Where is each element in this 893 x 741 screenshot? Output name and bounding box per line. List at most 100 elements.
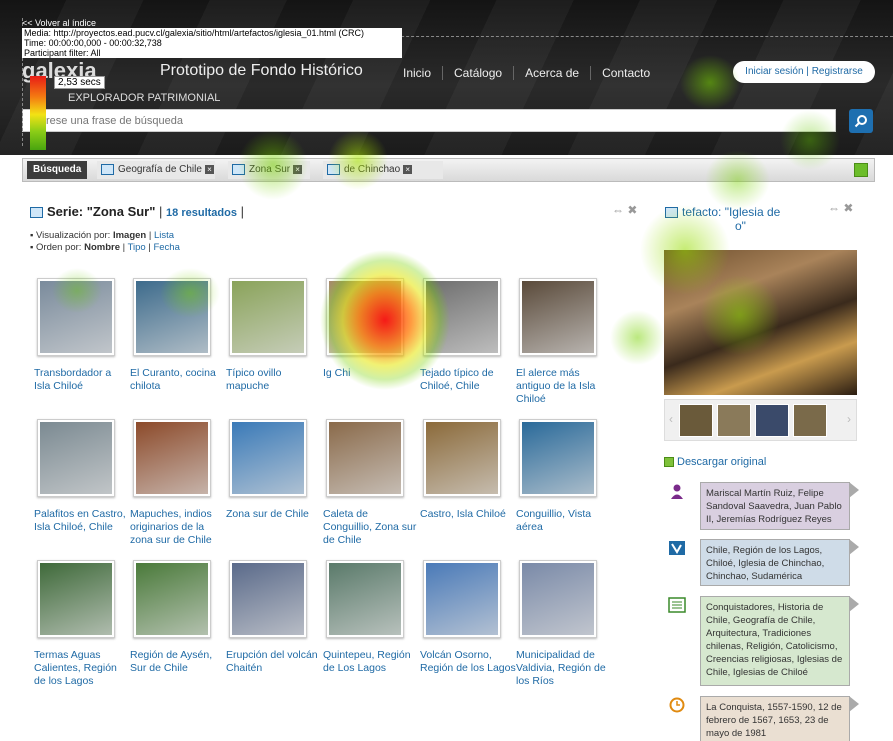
back-to-index-link[interactable]: << Volver al índice (22, 18, 96, 28)
grid-caption[interactable]: Municipalidad de Valdivia, Región de los… (516, 649, 612, 688)
breadcrumb-geografia-label: Geografía de Chile (118, 164, 202, 175)
grid-caption[interactable]: Mapuches, indios originarios de la zona … (130, 508, 226, 547)
grid-caption[interactable]: Conguillio, Vista aérea (516, 508, 612, 534)
person-icon (671, 484, 683, 499)
view-imagen[interactable]: Imagen (113, 230, 146, 241)
dates-tag[interactable]: La Conquista, 1557-1590, 12 de febrero d… (700, 696, 859, 741)
people-tag[interactable]: Mariscal Martín Ruiz, Felipe Sandoval Sa… (700, 482, 859, 530)
strip-thumb[interactable] (679, 404, 713, 437)
grid-thumbnail[interactable] (133, 419, 211, 497)
nav-contacto[interactable]: Contacto (590, 66, 661, 80)
chevron-right-icon[interactable]: › (847, 412, 851, 426)
folder-icon (665, 207, 678, 219)
grid-caption[interactable]: Tejado típico de Chiloé, Chile (420, 367, 516, 393)
strip-thumb[interactable] (755, 404, 789, 437)
grid-caption[interactable]: Zona sur de Chile (226, 508, 322, 521)
grid-thumbnail[interactable] (133, 278, 211, 356)
heatmap-spot (610, 310, 665, 365)
folder-icon (101, 163, 114, 175)
grid-thumbnail[interactable] (326, 419, 404, 497)
close-icon[interactable]: × (403, 164, 413, 174)
grid-thumbnail[interactable] (133, 560, 211, 638)
grid-thumbnail[interactable] (229, 560, 307, 638)
thumbnail-image (232, 563, 304, 635)
expand-icon[interactable] (854, 163, 868, 177)
grid-thumbnail[interactable] (423, 278, 501, 356)
register-link[interactable]: Registrarse (812, 66, 863, 77)
grid-caption[interactable]: Caleta de Conguillio, Zona sur de Chile (323, 508, 419, 547)
breadcrumb-search[interactable]: Búsqueda (27, 161, 88, 179)
places-tag[interactable]: Chile, Región de los Lagos, Chiloé, Igle… (700, 539, 859, 586)
search-button[interactable] (849, 109, 873, 133)
grid-thumbnail[interactable] (229, 419, 307, 497)
download-original-link[interactable]: Descargar original (664, 456, 766, 468)
grid-caption[interactable]: Castro, Isla Chiloé (420, 508, 516, 521)
thumbnail-image (40, 563, 112, 635)
grid-thumbnail[interactable] (229, 278, 307, 356)
order-nombre[interactable]: Nombre (84, 242, 120, 253)
grid-caption[interactable]: Transbordador a Isla Chiloé (34, 367, 130, 393)
grid-caption[interactable]: Región de Aysén, Sur de Chile (130, 649, 226, 675)
strip-thumb[interactable] (793, 404, 827, 437)
breadcrumb-geografia[interactable]: Geografía de Chile × (97, 161, 215, 179)
nav-inicio[interactable]: Inicio (392, 66, 442, 80)
search-input[interactable] (23, 110, 835, 131)
grid-caption[interactable]: Ig Chi (323, 367, 419, 380)
artifact-nav-arrows[interactable]: ⇔ ✖ (828, 201, 853, 215)
grid-thumbnail[interactable] (519, 278, 597, 356)
chevron-left-icon[interactable]: ‹ (669, 412, 673, 426)
grid-thumbnail[interactable] (519, 419, 597, 497)
grid-thumbnail[interactable] (37, 278, 115, 356)
login-pill: Iniciar sesión | Registrarse (733, 61, 875, 83)
search-field (22, 109, 836, 132)
thumbnail-image (232, 422, 304, 494)
grid-nav-arrows[interactable]: ⇔ ✖ (612, 203, 637, 217)
thumbnail-image (136, 422, 208, 494)
artifact-main-image[interactable] (664, 250, 857, 395)
grid-thumbnail[interactable] (326, 560, 404, 638)
nav-acerca[interactable]: Acerca de (513, 66, 590, 80)
site-banner: galexia Prototipo de Fondo Histórico EXP… (0, 0, 893, 155)
thumbnail-image (329, 422, 401, 494)
grid-thumbnail[interactable] (37, 419, 115, 497)
breadcrumb: Búsqueda Geografía de Chile × Zona Sur × d… (22, 158, 875, 182)
download-label: Descargar original (677, 456, 767, 468)
order-row: ▪ Orden por: Nombre | Tipo | Fecha (30, 242, 180, 253)
clock-icon (669, 697, 685, 713)
grid-thumbnail[interactable] (519, 560, 597, 638)
topics-tag[interactable]: Conquistadores, Historia de Chile, Geogr… (700, 596, 859, 686)
order-tipo[interactable]: Tipo (128, 242, 146, 253)
artifact-title: tefacto: "Iglesia de o" (665, 205, 780, 233)
grid-caption[interactable]: Erupción del volcán Chaitén (226, 649, 322, 675)
login-link[interactable]: Iniciar sesión (745, 66, 803, 77)
grid-caption[interactable]: Volcán Osorno, Región de los Lagos (420, 649, 516, 675)
close-icon[interactable]: × (293, 164, 303, 174)
view-lista[interactable]: Lista (154, 230, 174, 241)
grid-caption[interactable]: Termas Aguas Calientes, Región de los La… (34, 649, 130, 688)
strip-thumb[interactable] (717, 404, 751, 437)
grid-caption[interactable]: Típico ovillo mapuche (226, 367, 322, 393)
breadcrumb-zona-sur[interactable]: Zona Sur × (228, 161, 310, 179)
close-icon[interactable]: × (204, 164, 214, 174)
result-count[interactable]: 18 resultados (166, 207, 237, 219)
grid-caption[interactable]: El alerce más antiguo de la Isla Chiloé (516, 367, 612, 406)
tracker-media: Media: http://proyectos.ead.pucv.cl/gale… (24, 28, 364, 38)
nav-catalogo[interactable]: Catálogo (442, 66, 513, 80)
list-icon (668, 597, 686, 613)
breadcrumb-chinchao[interactable]: de Chinchao × (323, 161, 443, 179)
artifact-title-cont: o" (735, 219, 746, 233)
view-label: Visualización por: (36, 230, 111, 241)
grid-caption[interactable]: Quintepeu, Región de Los Lagos (323, 649, 419, 675)
tracker-time: Time: 00:00:00,000 - 00:00:32,738 (24, 38, 162, 48)
download-icon (664, 457, 674, 468)
artifact-title-text: tefacto: "Iglesia de (682, 205, 781, 219)
grid-thumbnail[interactable] (37, 560, 115, 638)
grid-thumbnail[interactable] (326, 278, 404, 356)
grid-caption[interactable]: Palafitos en Castro, Isla Chiloé, Chile (34, 508, 130, 534)
grid-caption[interactable]: El Curanto, cocina chilota (130, 367, 226, 393)
grid-thumbnail[interactable] (423, 419, 501, 497)
thumbnail-image (426, 281, 498, 353)
grid-thumbnail[interactable] (423, 560, 501, 638)
order-fecha[interactable]: Fecha (153, 242, 179, 253)
serie-heading: Serie: "Zona Sur" | 18 resultados | (30, 204, 244, 219)
